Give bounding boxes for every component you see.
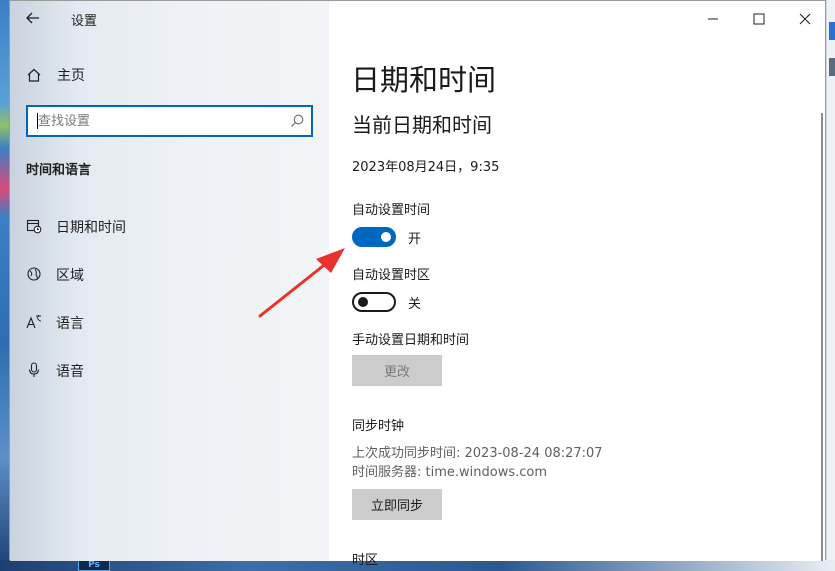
timezone-heading: 时区 — [352, 553, 379, 568]
desktop-icon-fragment — [829, 22, 835, 40]
sidebar-item-label: 日期和时间 — [56, 220, 126, 236]
sidebar-item-region[interactable]: 区域 — [10, 256, 329, 292]
search-input[interactable] — [34, 111, 284, 131]
text-cursor — [37, 113, 38, 129]
maximize-button[interactable] — [739, 5, 779, 33]
title-bar: 设置 — [10, 1, 329, 35]
window-title: 设置 — [71, 14, 98, 29]
sidebar-item-home[interactable]: 主页 — [26, 63, 85, 87]
change-button[interactable]: 更改 — [352, 355, 442, 386]
taskbar-strip — [0, 560, 835, 571]
scrollbar[interactable] — [821, 113, 823, 561]
photoshop-taskbar-icon[interactable]: Ps — [78, 560, 110, 571]
settings-sidebar: 设置 主页 时间和语言 — [10, 1, 329, 561]
sidebar-item-label: 语音 — [56, 364, 84, 380]
toggle-knob — [381, 232, 391, 242]
search-box[interactable] — [26, 105, 313, 137]
auto-time-state: 开 — [408, 231, 422, 247]
current-datetime-value: 2023年08月24日，9:35 — [352, 160, 500, 175]
auto-time-label: 自动设置时间 — [352, 203, 431, 218]
minimize-button[interactable] — [693, 5, 733, 33]
auto-timezone-setting: 关 — [352, 291, 421, 313]
settings-content: 日期和时间 当前日期和时间 2023年08月24日，9:35 自动设置时间 开 … — [329, 1, 825, 568]
close-button[interactable] — [785, 5, 825, 33]
search-icon[interactable] — [289, 113, 305, 129]
auto-timezone-toggle[interactable] — [352, 292, 396, 312]
sidebar-item-language[interactable]: 语言 — [10, 304, 329, 340]
maximize-icon — [753, 13, 765, 25]
microphone-icon — [25, 361, 43, 379]
section-heading: 时间和语言 — [26, 163, 92, 178]
desktop-background-left — [0, 0, 9, 571]
home-icon — [27, 68, 41, 82]
auto-time-toggle[interactable] — [352, 227, 396, 247]
back-button[interactable] — [22, 7, 44, 29]
time-server-text: 时间服务器: time.windows.com — [352, 465, 548, 480]
sidebar-item-speech[interactable]: 语音 — [10, 352, 329, 388]
sidebar-item-date-time[interactable]: 日期和时间 — [10, 208, 329, 244]
sidebar-item-label: 区域 — [56, 268, 84, 284]
desktop-background-right — [826, 0, 835, 571]
language-icon — [25, 313, 43, 331]
sidebar-item-label: 语言 — [56, 316, 84, 332]
page-title: 日期和时间 — [351, 63, 497, 97]
home-label: 主页 — [57, 68, 85, 84]
auto-time-setting: 开 — [352, 226, 421, 248]
globe-region-icon — [25, 265, 43, 283]
back-arrow-icon — [26, 12, 39, 24]
settings-window: 设置 主页 时间和语言 — [9, 0, 826, 568]
sync-clock-heading: 同步时钟 — [352, 419, 405, 434]
toggle-knob — [358, 297, 368, 307]
desktop-icon-fragment — [829, 58, 835, 76]
close-icon — [799, 13, 811, 25]
auto-timezone-state: 关 — [408, 296, 422, 312]
manual-datetime-label: 手动设置日期和时间 — [352, 333, 470, 348]
auto-timezone-label: 自动设置时区 — [352, 268, 431, 283]
minimize-icon — [708, 18, 718, 20]
calendar-clock-icon — [25, 217, 43, 235]
sync-now-button[interactable]: 立即同步 — [352, 489, 442, 520]
section-title: 当前日期和时间 — [352, 113, 492, 137]
last-sync-text: 上次成功同步时间: 2023-08-24 08:27:07 — [352, 446, 603, 461]
